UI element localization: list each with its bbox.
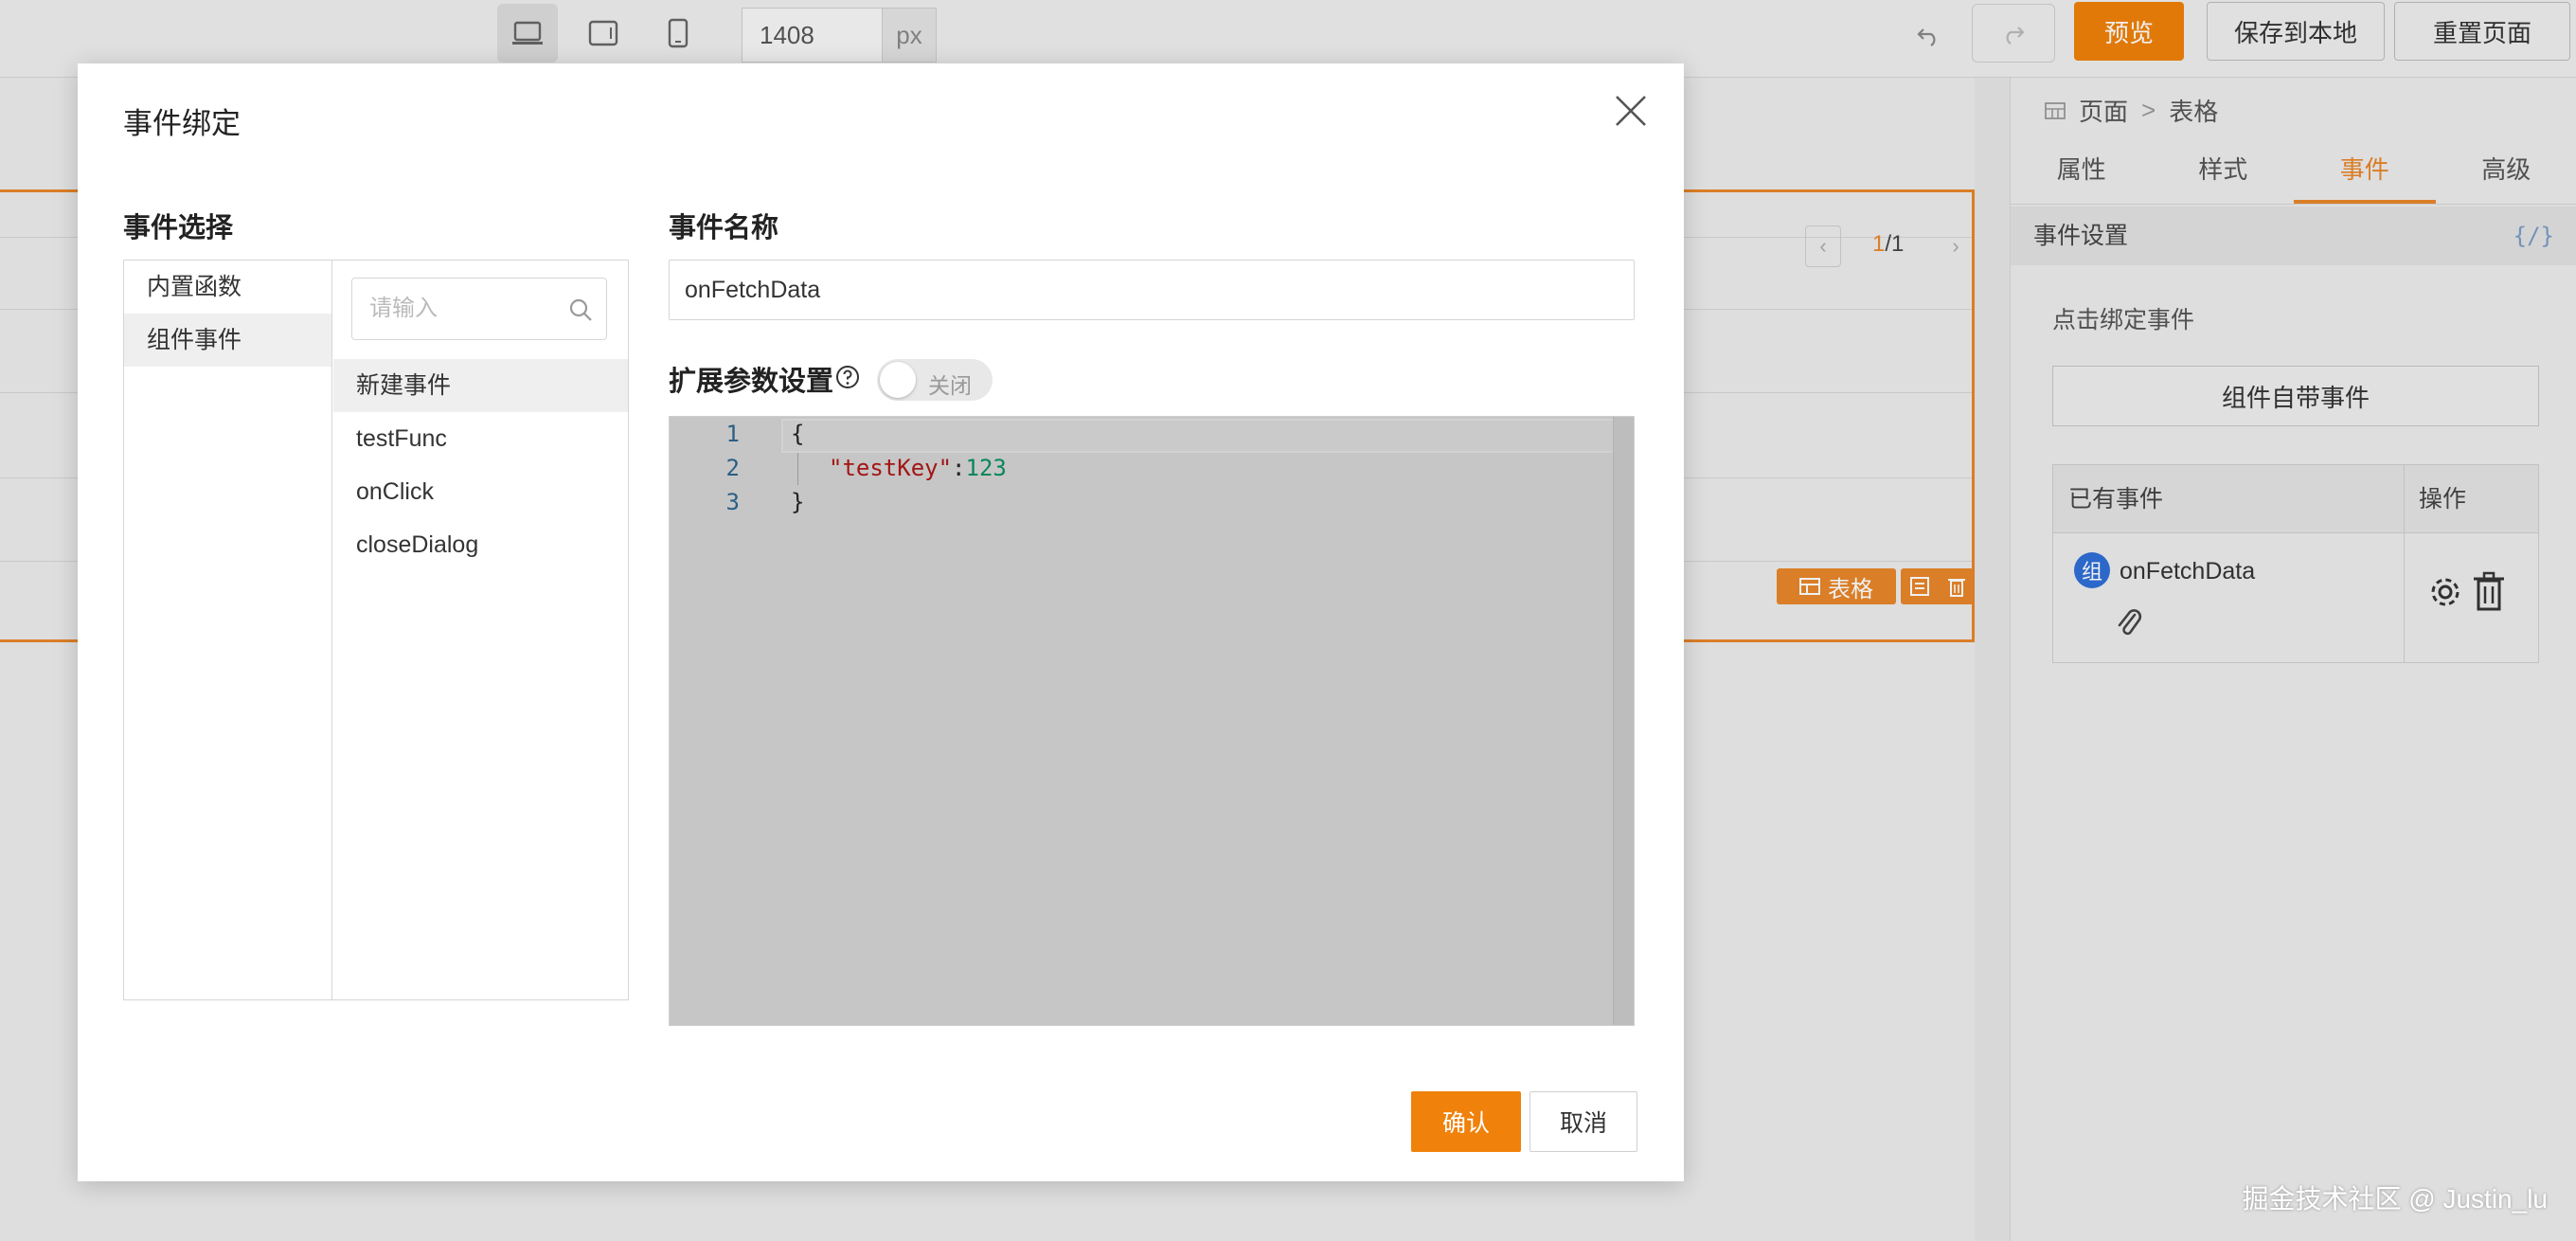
code-editor[interactable]: 1 { 2 "testKey":123 3 }: [669, 416, 1635, 1026]
toggle-label: 关闭: [928, 373, 972, 398]
ext-params-label: 扩展参数设置: [669, 367, 834, 397]
list-item[interactable]: testFunc: [333, 412, 628, 465]
close-icon: [1616, 96, 1646, 126]
event-select-title: 事件选择: [123, 213, 234, 243]
event-search-box: [351, 278, 607, 340]
cancel-button[interactable]: 取消: [1530, 1091, 1637, 1152]
indent-guide: [797, 453, 798, 485]
search-icon[interactable]: [568, 297, 593, 322]
ext-params-toggle[interactable]: 关闭: [877, 359, 993, 401]
line-number: 1: [725, 421, 740, 447]
editor-scrollbar[interactable]: [1613, 417, 1634, 1025]
category-component-events[interactable]: 组件事件: [124, 314, 331, 367]
confirm-button[interactable]: 确认: [1411, 1091, 1521, 1152]
watermark: 掘金技术社区 @ Justin_lu: [2242, 1184, 2549, 1214]
help-icon[interactable]: [835, 365, 860, 389]
line-number: 3: [725, 489, 740, 515]
search-input[interactable]: [352, 279, 561, 339]
code-line: "testKey":123: [829, 455, 1007, 481]
event-name-title: 事件名称: [669, 213, 779, 243]
code-line: {: [791, 421, 805, 447]
close-button[interactable]: [1610, 90, 1652, 132]
category-builtin-functions[interactable]: 内置函数: [124, 261, 331, 314]
list-item[interactable]: closeDialog: [333, 518, 628, 571]
dialog-title: 事件绑定: [123, 107, 241, 140]
list-item[interactable]: 新建事件: [333, 359, 628, 412]
category-list: 内置函数 组件事件: [124, 261, 332, 999]
toggle-knob: [880, 362, 916, 398]
code-line: }: [791, 489, 805, 515]
event-picker: 内置函数 组件事件 新建事件 testFunc onClick closeDia…: [123, 260, 629, 1000]
event-binding-dialog: 事件绑定 事件选择 事件名称 内置函数 组件事件 新建事件 testFunc o…: [78, 63, 1684, 1181]
event-name-input[interactable]: onFetchData: [669, 260, 1635, 320]
list-item[interactable]: onClick: [333, 465, 628, 518]
line-number: 2: [725, 455, 740, 481]
active-line-highlight: [781, 419, 1630, 453]
